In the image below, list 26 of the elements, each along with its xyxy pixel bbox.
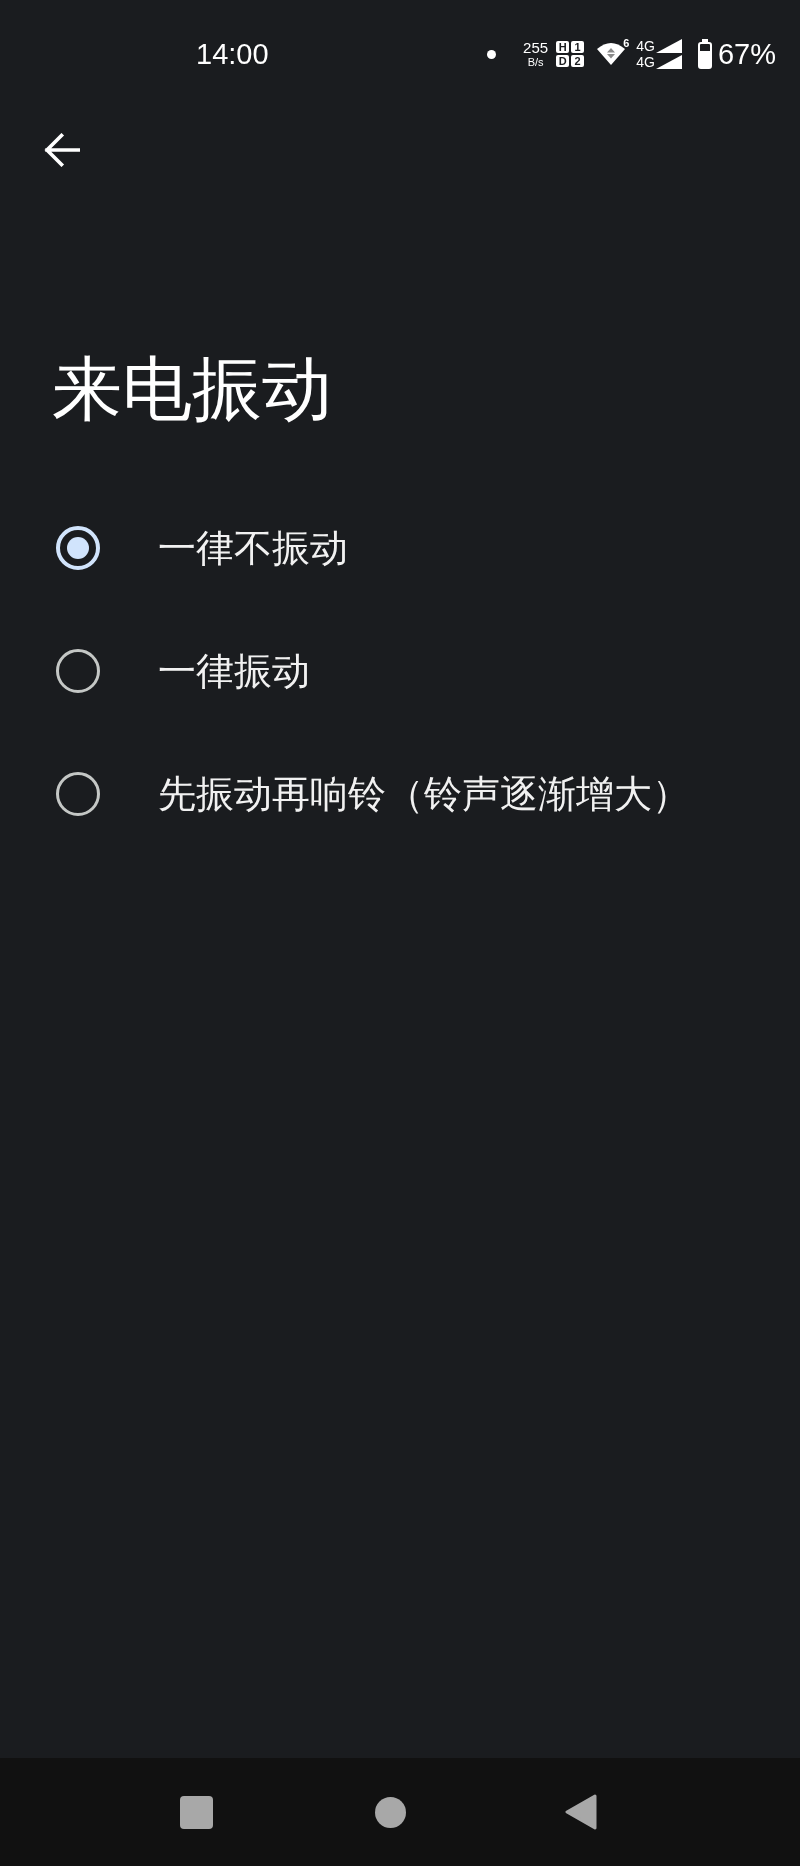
status-time: 14:00 xyxy=(196,39,269,69)
triangle-back-icon[interactable] xyxy=(565,1794,597,1830)
radio-button[interactable] xyxy=(56,525,100,570)
network-type: 4G xyxy=(636,55,655,69)
circle-nav-icon[interactable] xyxy=(375,1796,406,1828)
hd-voice-letter: H xyxy=(556,41,570,53)
option-label[interactable]: 先振动再响铃（铃声逐渐增大） xyxy=(158,769,690,818)
option-label[interactable]: 一律不振动 xyxy=(158,523,348,572)
notification-dot-icon xyxy=(487,49,497,59)
radio-button[interactable] xyxy=(56,771,100,816)
battery-percentage: 67% xyxy=(717,39,776,69)
radio-button[interactable] xyxy=(56,648,100,693)
signal-icon xyxy=(655,55,682,69)
back-arrow-icon[interactable] xyxy=(44,133,80,167)
battery-icon xyxy=(697,39,712,69)
sim-number: 2 xyxy=(571,55,585,67)
wifi-standard: 6 xyxy=(623,38,630,49)
square-nav-icon[interactable] xyxy=(180,1795,213,1829)
option-label[interactable]: 一律振动 xyxy=(158,646,310,695)
network-type: 4G xyxy=(636,39,655,53)
data-speed-value: 255 xyxy=(523,40,549,55)
data-speed-unit: B/s xyxy=(527,56,544,68)
sim-number: 1 xyxy=(571,41,585,53)
page-title: 来电振动 xyxy=(52,347,332,431)
signal-icon xyxy=(655,39,682,53)
hd-voice-letter: D xyxy=(556,55,570,67)
